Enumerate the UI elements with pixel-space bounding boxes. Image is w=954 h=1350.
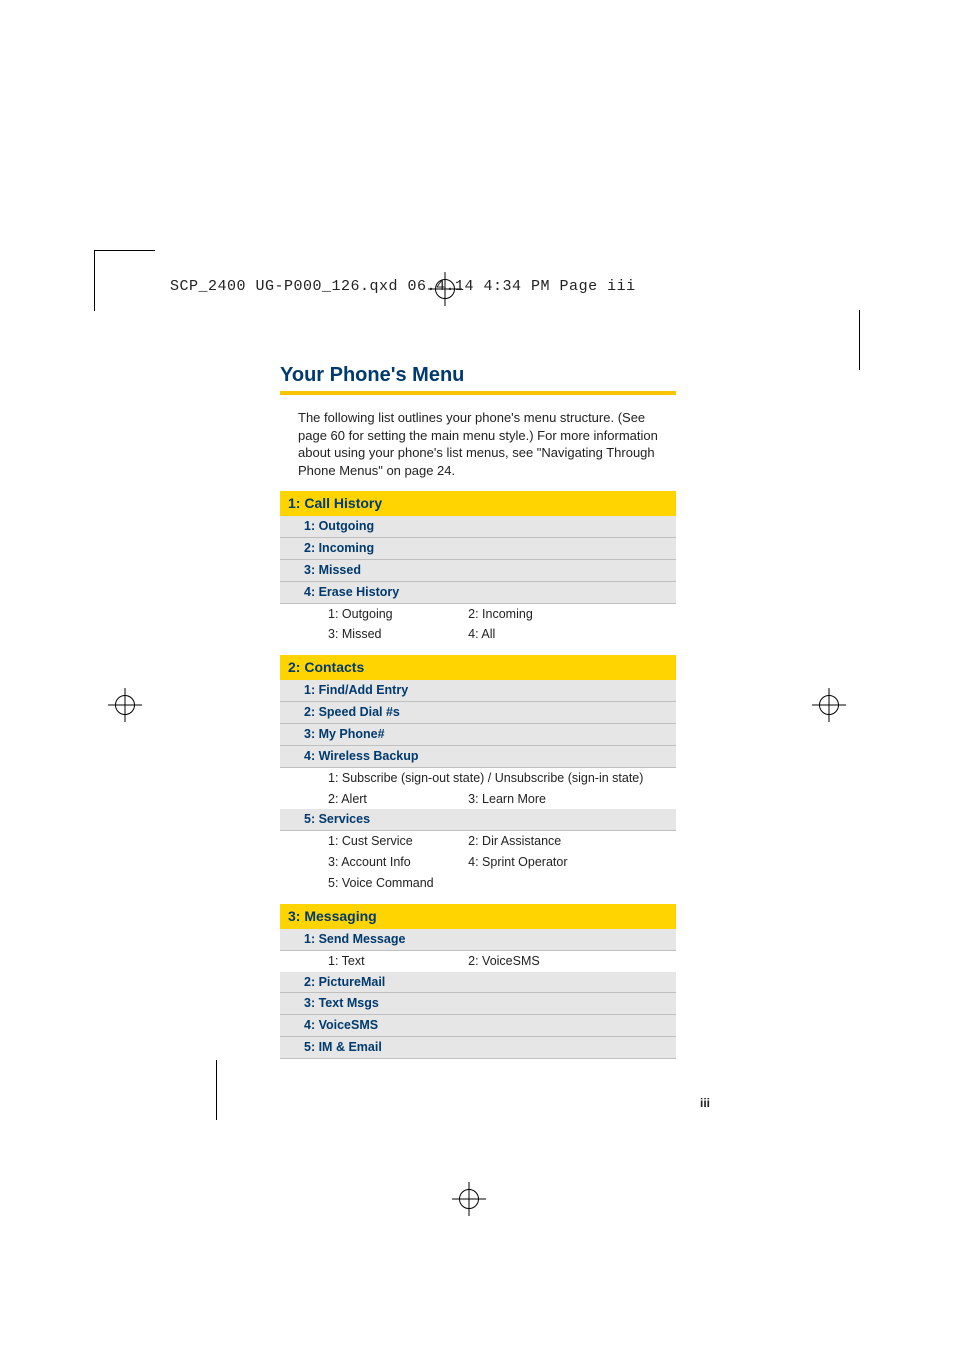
menu-item: 1: Outgoing: [280, 603, 462, 624]
menu-subheading: 2: Speed Dial #s: [280, 702, 676, 724]
menu-item: 2: Dir Assistance: [462, 831, 676, 852]
menu-subheading: 4: Erase History: [280, 581, 676, 603]
page-number: iii: [700, 1096, 710, 1110]
registration-mark-icon: [452, 1182, 486, 1216]
menu-table: 1: Call History1: Outgoing2: Incoming3: …: [280, 491, 676, 645]
menu-item: 5: Voice Command: [280, 873, 462, 894]
menu-item: 1: Cust Service: [280, 831, 462, 852]
menu-item: 3: Account Info: [280, 852, 462, 873]
menu-subheading: 1: Outgoing: [280, 516, 676, 537]
menu-item: 1: Text: [280, 950, 462, 971]
menu-item: [462, 873, 676, 894]
document-header: SCP_2400 UG-P000_126.qxd 06.4.14 4:34 PM…: [170, 278, 636, 295]
menu-subheading: 3: Text Msgs: [280, 993, 676, 1015]
menu-item: 2: VoiceSMS: [462, 950, 676, 971]
page-title: Your Phone's Menu: [280, 364, 676, 387]
menu-item: 4: All: [462, 624, 676, 645]
section-header: 2: Contacts: [280, 655, 676, 680]
menu-item: 2: Alert: [280, 789, 462, 810]
menu-item: 3: Missed: [280, 624, 462, 645]
crop-mark-top-left: [94, 250, 155, 311]
menu-subheading: 5: Services: [280, 809, 676, 830]
menu-item: 1: Subscribe (sign-out state) / Unsubscr…: [280, 767, 676, 788]
menu-subheading: 4: Wireless Backup: [280, 745, 676, 767]
menu-item: 3: Learn More: [462, 789, 676, 810]
menu-table: 3: Messaging1: Send Message1: Text2: Voi…: [280, 904, 676, 1059]
crop-mark-top-right: [859, 310, 860, 370]
title-underline: [280, 391, 676, 395]
menu-subheading: 4: VoiceSMS: [280, 1015, 676, 1037]
menu-subheading: 1: Find/Add Entry: [280, 680, 676, 701]
section-header: 3: Messaging: [280, 904, 676, 929]
menu-subheading: 5: IM & Email: [280, 1037, 676, 1059]
page-content: Your Phone's Menu The following list out…: [280, 364, 676, 1069]
menu-subheading: 2: PictureMail: [280, 972, 676, 993]
menu-item: 2: Incoming: [462, 603, 676, 624]
menu-subheading: 2: Incoming: [280, 537, 676, 559]
menu-table: 2: Contacts1: Find/Add Entry2: Speed Dia…: [280, 655, 676, 894]
menu-item: 4: Sprint Operator: [462, 852, 676, 873]
section-header: 1: Call History: [280, 491, 676, 516]
menu-subheading: 1: Send Message: [280, 929, 676, 950]
crop-mark-bottom-left: [216, 1060, 217, 1120]
registration-mark-icon: [812, 688, 846, 722]
registration-mark-icon: [108, 688, 142, 722]
menu-subheading: 3: My Phone#: [280, 723, 676, 745]
intro-paragraph: The following list outlines your phone's…: [280, 409, 676, 479]
menu-subheading: 3: Missed: [280, 559, 676, 581]
